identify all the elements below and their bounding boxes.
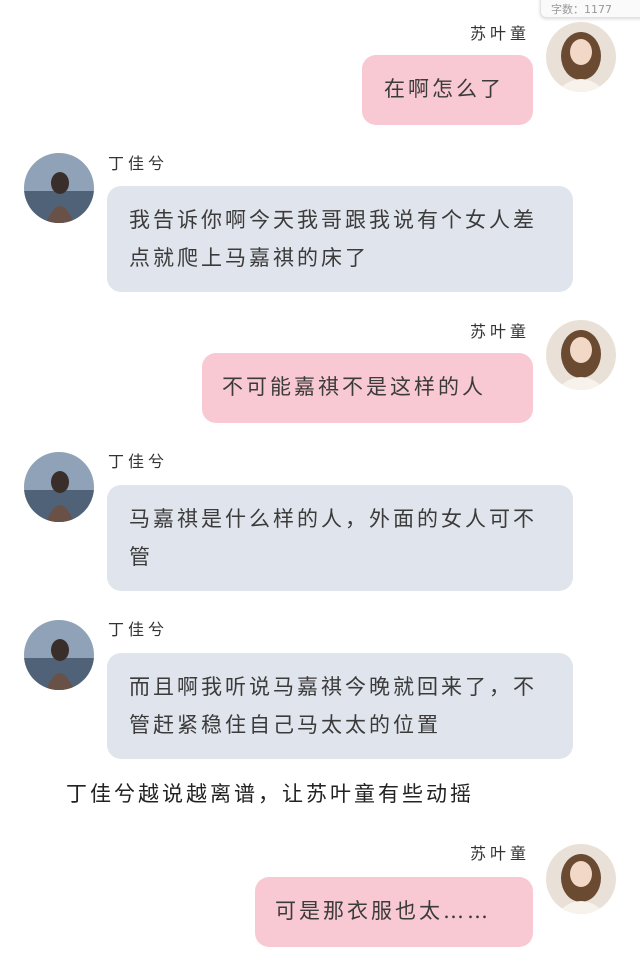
message-bubble-right: 可是那衣服也太…… bbox=[255, 877, 533, 947]
avatar-right[interactable] bbox=[546, 320, 616, 390]
narration-text: 丁佳兮越说越离谱，让苏叶童有些动摇 bbox=[66, 782, 474, 806]
message-bubble-left: 马嘉祺是什么样的人，外面的女人可不管 bbox=[107, 485, 573, 591]
message-text: 马嘉祺是什么样的人，外面的女人可不管 bbox=[129, 507, 537, 569]
message-text: 可是那衣服也太…… bbox=[275, 899, 491, 923]
sender-name-right: 苏叶童 bbox=[470, 844, 531, 863]
word-count-label: 字数：1177 bbox=[551, 3, 612, 16]
avatar-left[interactable] bbox=[24, 452, 94, 522]
sender-name-right: 苏叶童 bbox=[470, 322, 531, 341]
sender-name-right: 苏叶童 bbox=[470, 24, 531, 43]
message-text: 不可能嘉祺不是这样的人 bbox=[222, 375, 486, 399]
sender-name-left: 丁佳兮 bbox=[108, 452, 169, 471]
message-text: 在啊怎么了 bbox=[384, 77, 504, 101]
sender-name-left: 丁佳兮 bbox=[108, 154, 169, 173]
message-bubble-left: 而且啊我听说马嘉祺今晚就回来了，不管赶紧稳住自己马太太的位置 bbox=[107, 653, 573, 759]
message-bubble-left: 我告诉你啊今天我哥跟我说有个女人差点就爬上马嘉祺的床了 bbox=[107, 186, 573, 292]
avatar-left[interactable] bbox=[24, 620, 94, 690]
avatar-right[interactable] bbox=[546, 22, 616, 92]
message-text: 我告诉你啊今天我哥跟我说有个女人差点就爬上马嘉祺的床了 bbox=[129, 208, 537, 270]
avatar-left[interactable] bbox=[24, 153, 94, 223]
sender-name-left: 丁佳兮 bbox=[108, 620, 169, 639]
message-bubble-right: 在啊怎么了 bbox=[362, 55, 533, 125]
message-bubble-right: 不可能嘉祺不是这样的人 bbox=[202, 353, 533, 423]
message-text: 而且啊我听说马嘉祺今晚就回来了，不管赶紧稳住自己马太太的位置 bbox=[129, 675, 537, 737]
word-count-badge: 字数：1177 bbox=[540, 0, 640, 18]
avatar-right[interactable] bbox=[546, 844, 616, 914]
